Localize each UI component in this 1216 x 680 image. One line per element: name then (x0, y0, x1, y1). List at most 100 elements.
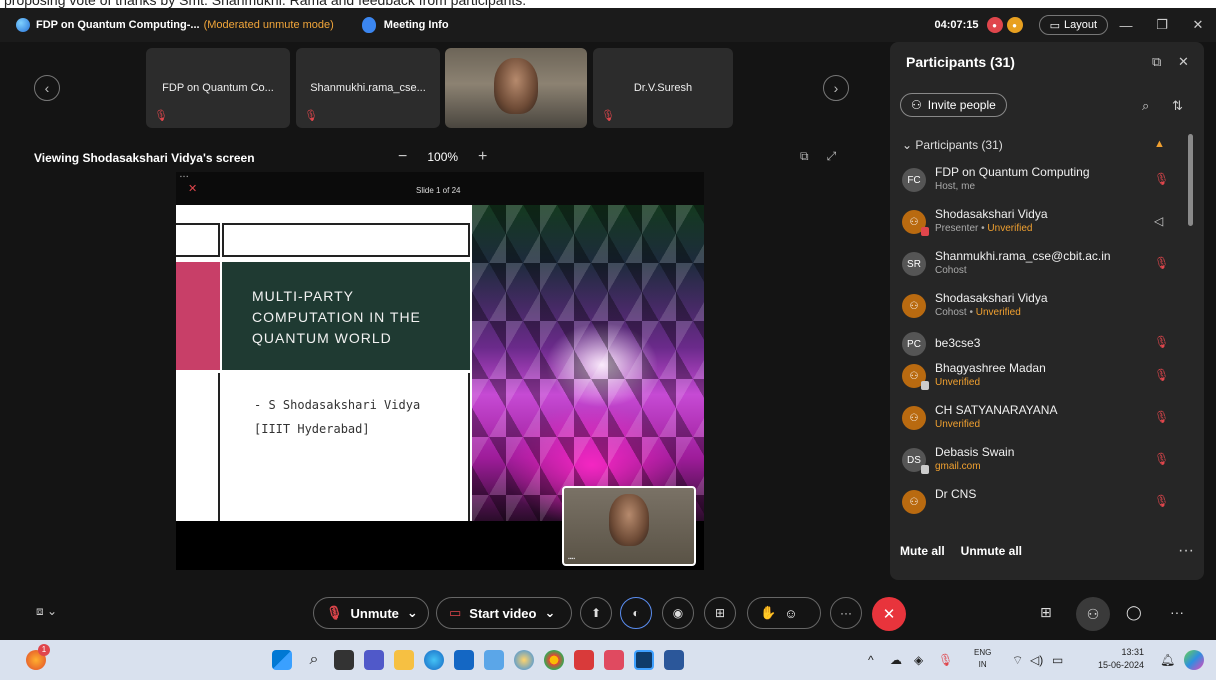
chrome-icon[interactable] (544, 650, 564, 670)
minimize-icon[interactable]: — (1108, 18, 1144, 33)
app-icon[interactable] (604, 650, 624, 670)
meeting-info-button[interactable]: Meeting Info (384, 19, 449, 31)
battery-icon[interactable]: ▭ (1052, 653, 1063, 667)
annotate-icon[interactable]: ⧉ (800, 149, 809, 164)
mic-muted-icon[interactable]: 🎙︎ (1154, 335, 1169, 349)
mute-all-button[interactable]: Mute all (900, 544, 945, 558)
popout-icon[interactable]: ⧉ (1152, 54, 1161, 70)
task-view-icon[interactable] (334, 650, 354, 670)
list-item[interactable]: ⚇ CH SATYANARAYANA Unverified 🎙︎ (890, 398, 1190, 440)
recording-icon[interactable]: ● (986, 17, 1003, 33)
restore-icon[interactable]: ❐ (1144, 17, 1180, 33)
file-explorer-icon[interactable] (394, 650, 414, 670)
ai-assistant-button[interactable]: ◐ (620, 597, 652, 629)
search-icon[interactable]: ⌕ (304, 650, 324, 670)
edge-icon[interactable] (424, 650, 444, 670)
captions-button[interactable]: ⧈ ⌄ (36, 604, 57, 619)
copilot-icon[interactable] (1184, 650, 1204, 670)
meeting-title[interactable]: FDP on Quantum Computing-... (36, 19, 200, 31)
lock-icon[interactable]: ▲ (1154, 138, 1165, 150)
list-item[interactable]: SR Shanmukhi.rama_cse@cbit.ac.in Cohost … (890, 244, 1190, 286)
slide-title-block: MULTI-PARTY COMPUTATION IN THE QUANTUM W… (222, 262, 470, 370)
chevron-down-icon: ⌄ (902, 138, 913, 152)
participant-role: Cohost (935, 265, 967, 276)
leave-meeting-button[interactable]: ✕ (872, 597, 906, 631)
video-tile-fdp[interactable]: FDP on Quantum Co... 🎙︎ (146, 48, 290, 128)
mic-muted-icon[interactable]: 🎙︎ (1154, 410, 1169, 424)
system-clock[interactable]: 13:31 15-06-2024 (1098, 646, 1144, 672)
video-tile-shanmukhi[interactable]: Shanmukhi.rama_cse... 🎙︎ (296, 48, 440, 128)
strip-prev-button[interactable]: ‹ (34, 75, 60, 101)
mail-icon[interactable] (574, 650, 594, 670)
mic-muted-icon[interactable]: 🎙︎ (1154, 452, 1169, 466)
app-icon[interactable] (484, 650, 504, 670)
cloud-icon[interactable]: ☁ (890, 653, 902, 667)
close-icon: ✕ (188, 183, 198, 195)
mic-muted-icon[interactable]: 🎙︎ (1154, 494, 1169, 508)
unmute-all-button[interactable]: Unmute all (961, 544, 1022, 558)
layout-button[interactable]: ▭ Layout (1038, 15, 1108, 35)
more-options-icon[interactable]: ··· (1178, 542, 1194, 560)
word-icon[interactable] (664, 650, 684, 670)
list-item[interactable]: PC be3cse3 🎙︎ (890, 328, 1190, 356)
start-video-button[interactable]: ▭ Start video ⌄ (436, 597, 572, 629)
start-icon[interactable] (272, 650, 292, 670)
language-indicator[interactable]: ENG IN (974, 647, 991, 671)
sort-icon[interactable]: ⇅ (1172, 98, 1183, 114)
fullscreen-icon[interactable]: ⤢ (827, 149, 837, 164)
participants-section-header[interactable]: ⌄ Participants (31) (902, 138, 1003, 152)
unverified-label: Unverified (987, 223, 1033, 234)
reactions-group[interactable]: ✋ ☺ (747, 597, 821, 629)
close-icon[interactable]: ✕ (1180, 17, 1216, 33)
shared-screen[interactable]: ▪ ▪ ▪ ✕ Slide 1 of 24 MULTI-PARTY COMPUT… (176, 172, 704, 570)
mic-muted-icon[interactable]: 🎙︎ (938, 653, 953, 667)
speaker-icon[interactable]: ◁ (1154, 214, 1163, 228)
notification-bell-icon[interactable]: 🔔︎ (1160, 653, 1175, 667)
apps-panel-icon[interactable]: ⊞ (1040, 604, 1052, 621)
close-panel-icon[interactable]: ✕ (1178, 54, 1189, 70)
video-tile-presenter[interactable] (445, 48, 587, 128)
teams-icon[interactable] (364, 650, 384, 670)
invite-people-button[interactable]: ⚇ Invite people (900, 93, 1007, 117)
mic-muted-icon[interactable]: 🎙︎ (1154, 172, 1169, 186)
photos-icon[interactable] (514, 650, 534, 670)
mic-muted-icon[interactable]: 🎙︎ (1154, 256, 1169, 270)
wifi-icon[interactable]: ⌔ (1012, 653, 1023, 668)
caption-text: proposing vote of thanks by Smt. Shanmuk… (4, 0, 527, 8)
presenter-pip-video[interactable]: ▪▪▪▪ (562, 486, 696, 566)
list-item[interactable]: FC FDP on Quantum Computing Host, me 🎙︎ (890, 160, 1190, 202)
video-tile-suresh[interactable]: Dr.V.Suresh 🎙︎ (593, 48, 733, 128)
chevron-down-icon: ⌄ (46, 604, 58, 618)
strip-next-button[interactable]: › (823, 75, 849, 101)
participants-toggle-icon[interactable]: ⚇ (1076, 597, 1110, 631)
zoom-in-button[interactable]: + (478, 148, 487, 166)
share-button[interactable]: ⬆ (580, 597, 612, 629)
reactions-icon[interactable]: ☺ (784, 606, 797, 621)
avatar: FC (902, 168, 926, 192)
search-icon[interactable]: ⌕ (1142, 98, 1149, 114)
record-button[interactable]: ◉ (662, 597, 694, 629)
chevron-up-icon[interactable]: ^ (868, 653, 874, 667)
store-icon[interactable] (454, 650, 474, 670)
list-item[interactable]: ⚇ Dr CNS 🎙︎ (890, 482, 1190, 524)
raise-hand-icon[interactable]: ✋ (760, 605, 776, 621)
more-options-icon[interactable]: ··· (1170, 604, 1184, 620)
user-status-icon[interactable]: ● (1006, 17, 1023, 33)
viewing-label: Viewing Shodasakshari Vidya's screen (34, 151, 255, 165)
layout-label: Layout (1063, 19, 1097, 31)
volume-icon[interactable]: ◁) (1030, 653, 1043, 667)
webex-icon[interactable] (634, 650, 654, 670)
unmute-button[interactable]: 🎙︎ Unmute ⌄ (313, 597, 429, 629)
participant-name: Bhagyashree Madan (935, 361, 1046, 375)
participant-name: Shanmukhi.rama_cse@cbit.ac.in (935, 249, 1111, 263)
mic-muted-icon[interactable]: 🎙︎ (1154, 368, 1169, 382)
list-item[interactable]: ⚇ Shodasakshari Vidya Cohost • Unverifie… (890, 286, 1190, 328)
zoom-out-button[interactable]: − (398, 148, 407, 166)
list-item[interactable]: DS Debasis Swain gmail.com 🎙︎ (890, 440, 1190, 482)
tray-app-icon[interactable]: ◈ (914, 653, 923, 667)
list-item[interactable]: ⚇ Shodasakshari Vidya Presenter • Unveri… (890, 202, 1190, 244)
list-item[interactable]: ⚇ Bhagyashree Madan Unverified 🎙︎ (890, 356, 1190, 398)
apps-button[interactable]: ⊞ (704, 597, 736, 629)
more-button[interactable]: ··· (830, 597, 862, 629)
chat-icon[interactable]: ◯ (1126, 604, 1142, 621)
